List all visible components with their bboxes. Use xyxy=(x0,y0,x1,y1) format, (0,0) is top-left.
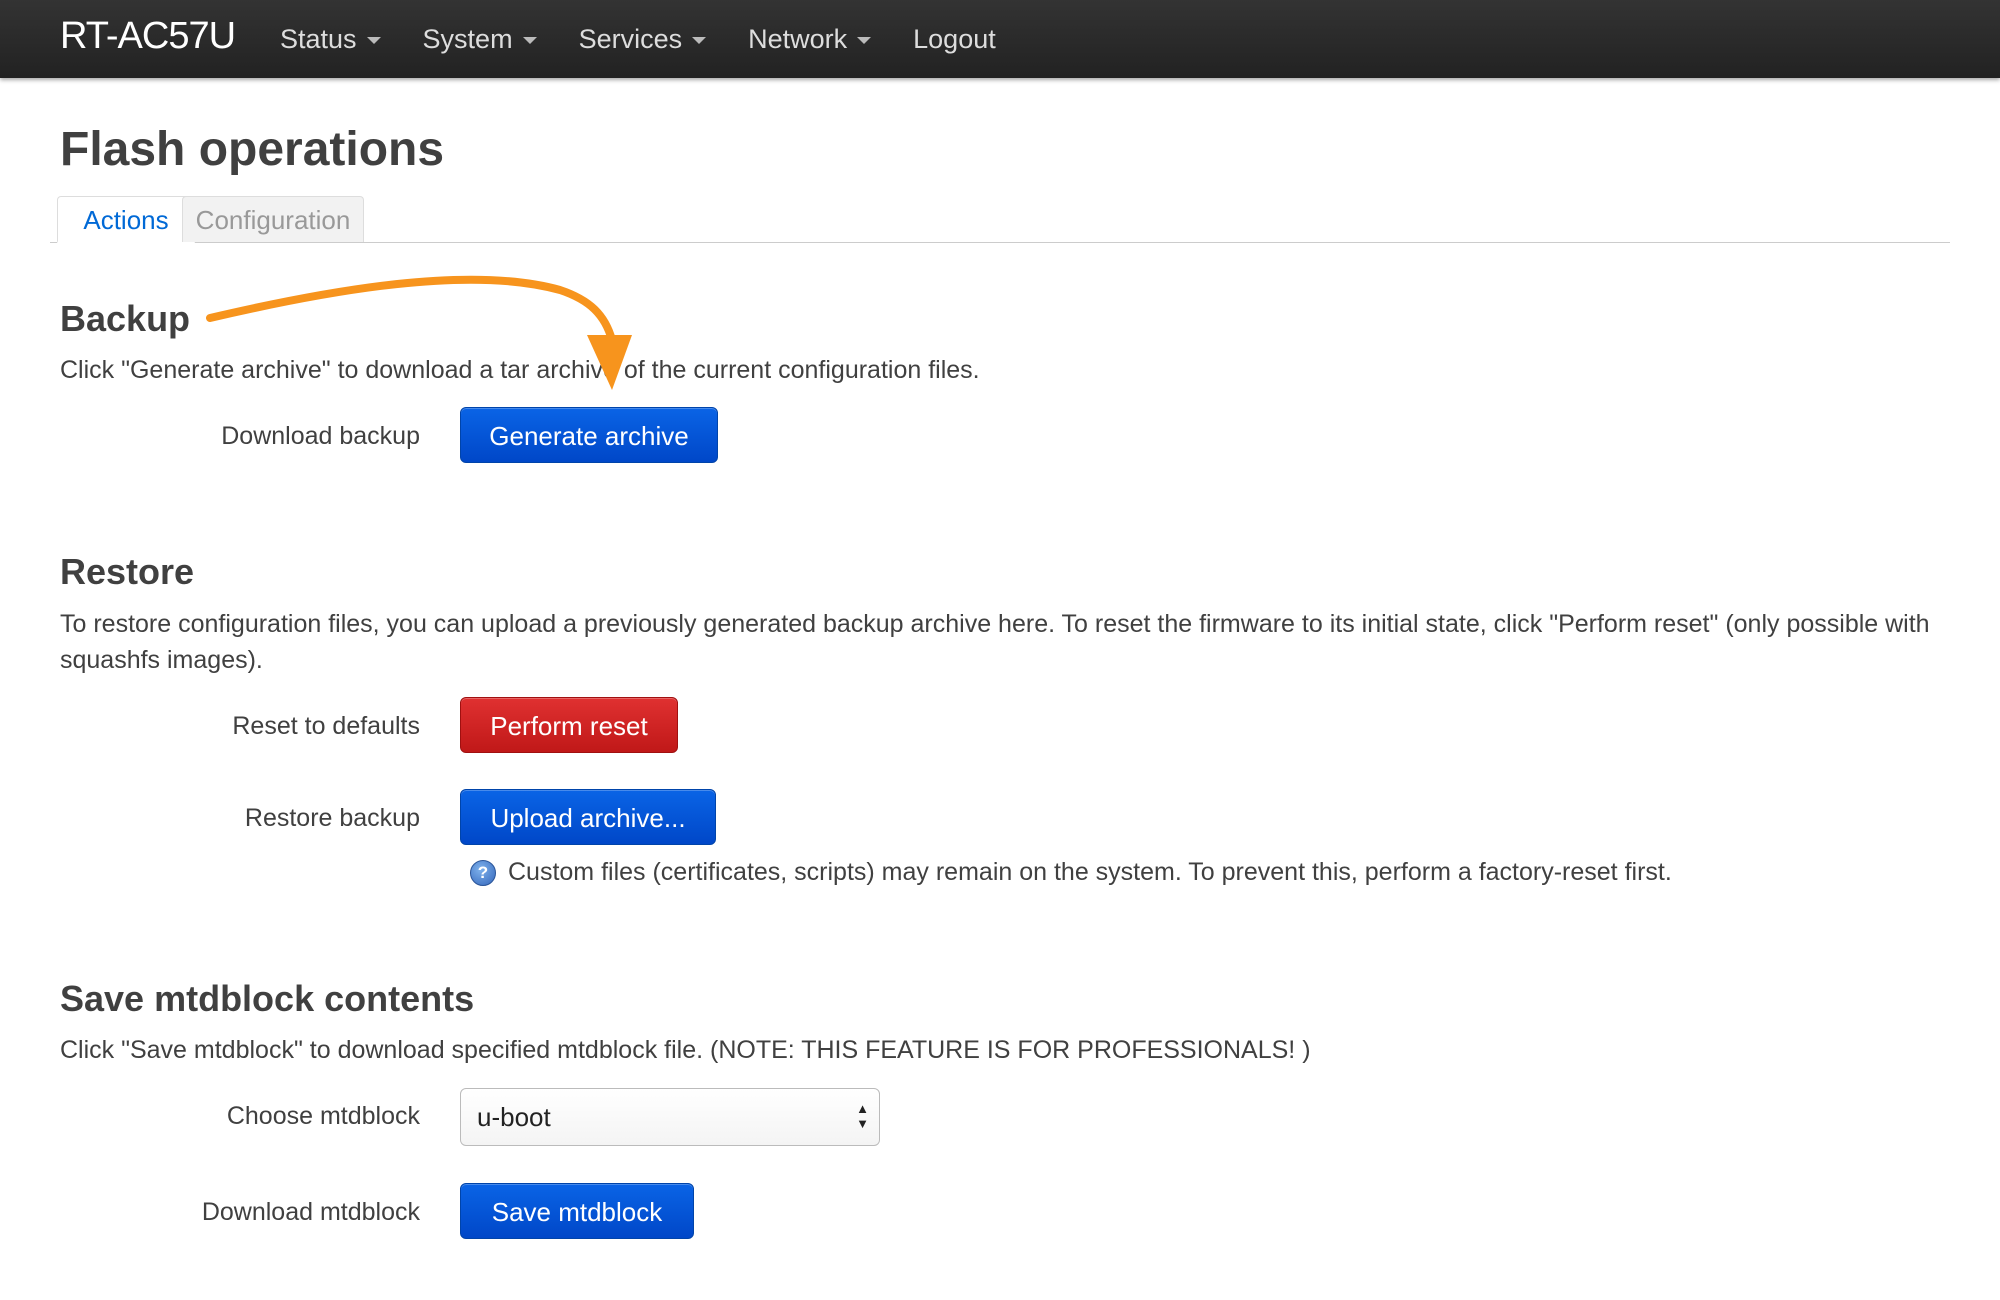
backup-description: Click "Generate archive" to download a t… xyxy=(60,356,980,384)
download-backup-label: Download backup xyxy=(221,422,420,450)
mtdblock-select[interactable]: u-boot ▲ ▼ xyxy=(460,1088,880,1146)
page-title: Flash operations xyxy=(60,123,445,176)
nav-services[interactable]: Services xyxy=(579,24,707,55)
main-nav: Status System Services Network Logout xyxy=(280,0,1038,78)
brand-logo[interactable]: RT-AC57U xyxy=(60,14,236,58)
mtdblock-select-value: u-boot xyxy=(477,1102,551,1132)
chevron-down-icon xyxy=(366,36,381,44)
nav-system[interactable]: System xyxy=(423,24,537,55)
nav-network-label: Network xyxy=(748,23,848,54)
choose-mtdblock-label: Choose mtdblock xyxy=(226,1102,420,1130)
mtdblock-heading: Save mtdblock contents xyxy=(60,978,475,1019)
chevron-down-icon xyxy=(857,36,872,44)
nav-logout-label: Logout xyxy=(913,23,996,54)
mtdblock-description: Click "Save mtdblock" to download specif… xyxy=(60,1036,1311,1064)
restore-help-text: Custom files (certificates, scripts) may… xyxy=(508,858,1672,886)
restore-description: To restore configuration files, you can … xyxy=(60,610,1930,674)
backup-heading: Backup xyxy=(60,298,191,339)
tab-configuration[interactable]: Configuration xyxy=(182,196,364,242)
nav-network[interactable]: Network xyxy=(748,23,872,55)
perform-reset-button[interactable]: Perform reset xyxy=(460,697,678,753)
save-mtdblock-button[interactable]: Save mtdblock xyxy=(460,1183,694,1239)
generate-archive-button[interactable]: Generate archive xyxy=(460,407,718,463)
upload-archive-button[interactable]: Upload archive... xyxy=(460,789,716,845)
nav-system-label: System xyxy=(422,23,513,54)
nav-logout[interactable]: Logout xyxy=(913,24,996,55)
select-arrows-icon: ▲ ▼ xyxy=(856,1101,869,1131)
chevron-down-icon xyxy=(692,36,707,44)
tab-actions[interactable]: Actions xyxy=(57,196,195,243)
nav-status[interactable]: Status xyxy=(280,24,381,55)
nav-services-label: Services xyxy=(578,23,683,54)
restore-heading: Restore xyxy=(60,551,195,592)
chevron-down-icon xyxy=(522,36,537,44)
top-navbar: RT-AC57U Status System Services Network … xyxy=(0,0,2000,78)
reset-defaults-label: Reset to defaults xyxy=(232,712,420,740)
restore-backup-label: Restore backup xyxy=(244,804,420,832)
help-icon: ? xyxy=(470,859,496,886)
nav-status-label: Status xyxy=(280,23,357,54)
restore-help: ? Custom files (certificates, scripts) m… xyxy=(470,858,1672,887)
download-mtdblock-label: Download mtdblock xyxy=(201,1198,420,1226)
